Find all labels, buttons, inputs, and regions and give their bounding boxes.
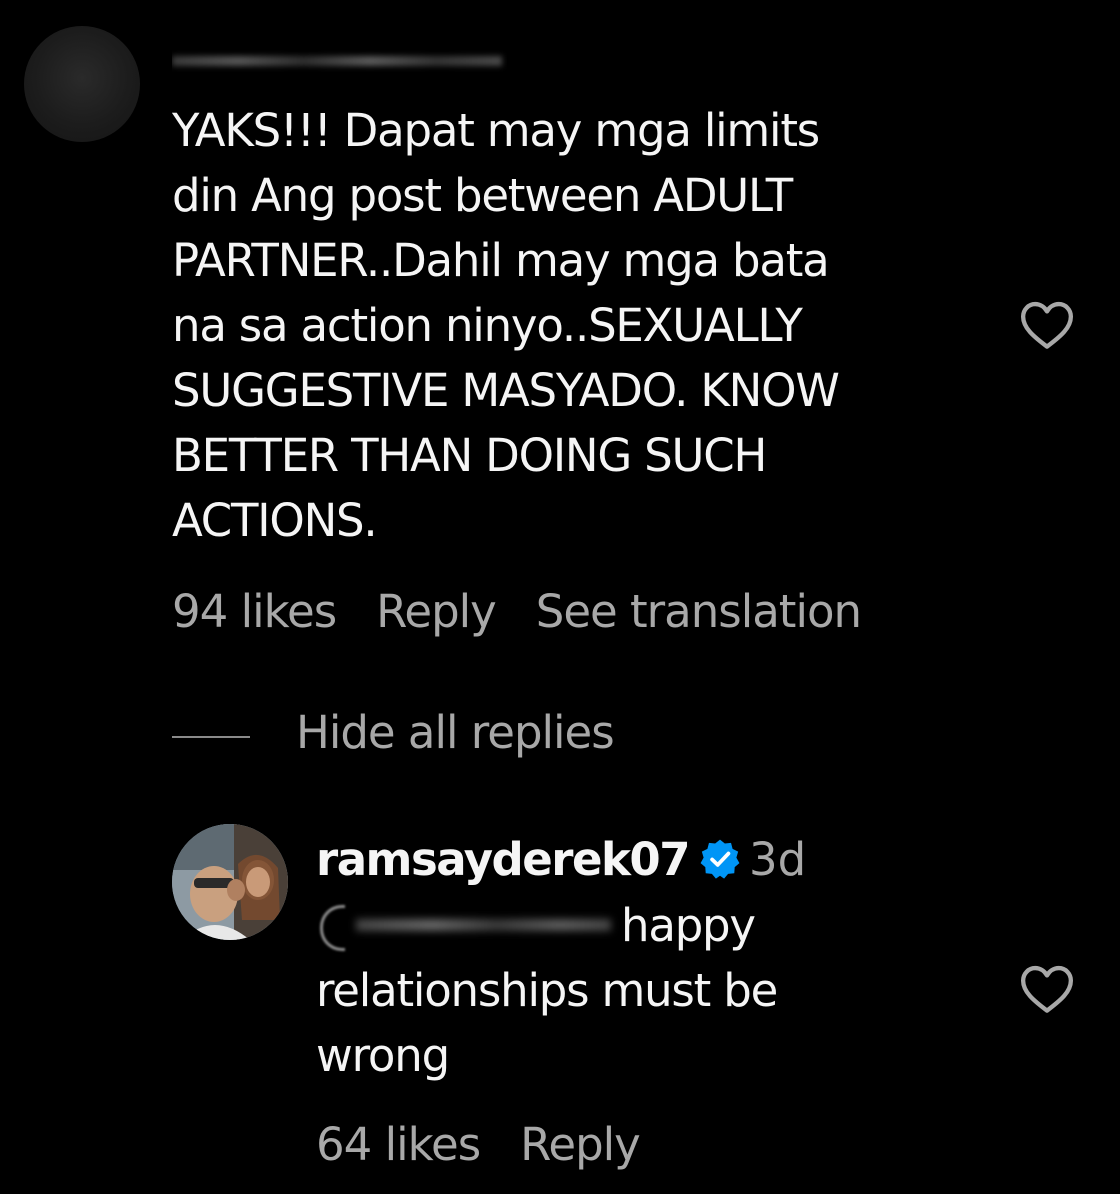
comment-text-line: PARTNER..Dahil may mga bata [172,234,830,287]
mention-redacted[interactable] [316,901,621,949]
comment-text-line: YAKS!!! Dapat may mga limits [172,104,820,157]
reply-text-first: happy [621,899,756,952]
reply-text-line: happy [316,893,777,958]
reply-text-line: wrong [316,1029,450,1082]
comment-text-line: na sa action ninyo..SEXUALLY [172,299,803,352]
divider [172,736,250,738]
comment-actions: 94 likes Reply See translation [172,585,901,638]
verified-badge-icon [700,839,740,879]
reply-header: ramsayderek07 3d [316,830,806,890]
reply-button[interactable]: Reply [520,1118,641,1171]
heart-outline-icon[interactable] [1019,964,1075,1014]
reply-username[interactable]: ramsayderek07 [316,833,691,886]
reply-text-line: relationships must be [316,964,778,1017]
heart-outline-icon[interactable] [1019,300,1075,350]
username-redacted [172,36,507,76]
reply-button[interactable]: Reply [376,585,497,638]
reply-timestamp: 3d [749,833,807,886]
likes-count[interactable]: 64 likes [316,1118,481,1171]
hide-replies-label[interactable]: Hide all replies [296,706,615,759]
comment-text-line: SUGGESTIVE MASYADO. KNOW [172,364,840,417]
see-translation-link[interactable]: See translation [536,585,862,638]
reply-actions: 64 likes Reply [316,1118,680,1171]
comment-text: YAKS!!! Dapat may mga limits din Ang pos… [172,98,840,553]
comment-text-line: ACTIONS. [172,494,378,547]
reply-text: happy relationships must be wrong [316,893,778,1088]
comment-text-line: din Ang post between ADULT [172,169,793,222]
likes-count[interactable]: 94 likes [172,585,337,638]
avatar[interactable] [172,824,288,940]
avatar[interactable] [24,26,140,142]
avatar-photo [172,824,288,940]
comment-text-line: BETTER THAN DOING SUCH [172,429,767,482]
